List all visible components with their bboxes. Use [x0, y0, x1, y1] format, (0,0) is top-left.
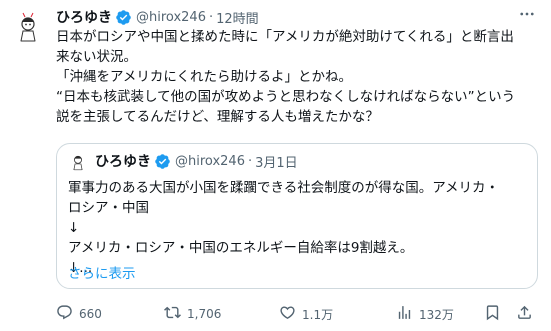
retweet-button[interactable]: 1,706 [164, 302, 221, 326]
show-more-link[interactable]: さらに表示 [68, 262, 136, 282]
tweet-text-line: 「沖縄をアメリカにくれたら助けるよ」とかね。 [56, 69, 353, 85]
heart-icon [279, 304, 296, 324]
verified-badge-icon [154, 153, 171, 170]
separator-dot: · [208, 9, 214, 25]
quoted-text-line: ↓ [68, 220, 80, 236]
retweet-icon [164, 304, 181, 324]
quoted-handle: @hirox246 [175, 153, 245, 169]
like-count: 1.1万 [302, 307, 334, 322]
tweet-text-line: 来ない状況。 [56, 49, 137, 65]
quoted-text-line: 軍事力のある大国が小国を蹂躙できる社会制度のが得な国。アメリカ・ [68, 180, 500, 196]
share-icon [516, 304, 533, 324]
views-button[interactable]: 132万 [396, 302, 454, 326]
more-icon[interactable] [515, 3, 539, 25]
verified-badge-icon [115, 9, 132, 26]
bookmark-button[interactable] [484, 302, 501, 326]
tweet-text-line: 説を主張してるんだけど、理解する人も増えたかな？ [56, 109, 379, 125]
reply-button[interactable]: 660 [56, 302, 102, 326]
avatar-illustration [11, 9, 45, 43]
quoted-date: 3月1日 [255, 155, 298, 171]
avatar[interactable] [11, 9, 45, 43]
quoted-text-line: ロシア・中国 [68, 200, 149, 216]
display-name[interactable]: ひろゆき [56, 7, 112, 27]
quoted-tweet-text: 軍事力のある大国が小国を蹂躙できる社会制度のが得な国。アメリカ・ ロシア・中国 … [68, 178, 528, 278]
quoted-tweet[interactable]: ひろゆき @hirox246 · 3月1日 軍事力のある大国が小国を蹂躙できる社… [56, 143, 538, 289]
retweet-count: 1,706 [187, 307, 222, 321]
separator-dot: · [247, 153, 253, 169]
tweet-text-line: 日本がロシアや中国と揉めた時に「アメリカが絶対助けてくれる」と断言出 [56, 29, 514, 45]
bookmark-icon [484, 304, 501, 324]
reply-icon [56, 304, 73, 324]
share-button[interactable] [516, 302, 533, 326]
like-button[interactable]: 1.1万 [279, 302, 333, 326]
quoted-text-line: アメリカ・ロシア・中国のエネルギー自給率は9割越え。 [68, 240, 414, 256]
tweet-header: ひろゆき @hirox246 · 12時間 [56, 7, 516, 27]
handle[interactable]: @hirox246 [136, 10, 206, 25]
tweet-text: 日本がロシアや中国と揉めた時に「アメリカが絶対助けてくれる」と断言出 来ない状況… [56, 27, 542, 127]
views-icon [396, 304, 413, 324]
quoted-avatar [68, 151, 88, 171]
timestamp[interactable]: 12時間 [216, 8, 259, 27]
quoted-text-line: ↓... [68, 260, 93, 276]
quoted-tweet-header: ひろゆき @hirox246 · 3月1日 [68, 150, 298, 172]
reply-count: 660 [79, 307, 102, 321]
tweet-text-line: “日本も核武装して他の国が攻めようと思わなくしなければならない”という [56, 89, 516, 105]
quoted-display-name: ひろゆき [95, 154, 151, 170]
views-count: 132万 [419, 307, 454, 322]
action-bar: 660 1,706 1.1万 132万 [56, 302, 538, 326]
